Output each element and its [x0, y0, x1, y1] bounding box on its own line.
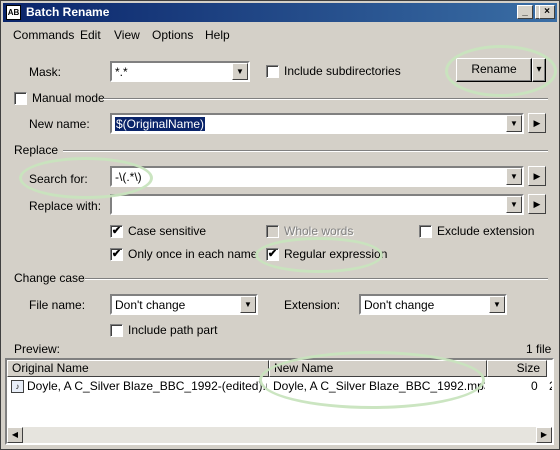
- window-title: Batch Rename: [26, 5, 110, 19]
- file-name-case-value: Don't change: [115, 298, 186, 312]
- new-name-label: New name:: [29, 117, 90, 131]
- only-once-checkbox[interactable]: ✔: [110, 248, 123, 261]
- manual-mode-label: Manual mode: [32, 91, 105, 105]
- search-for-value: -\(.*\): [115, 170, 142, 184]
- exclude-extension-checkbox[interactable]: [419, 225, 432, 238]
- original-name-cell: Doyle, A C_Silver Blaze_BBC_1992-(edited…: [27, 379, 267, 393]
- audio-file-icon: ♪: [11, 380, 24, 393]
- menu-options[interactable]: Options: [152, 28, 193, 42]
- new-name-field[interactable]: $(OriginalName) ▼: [110, 113, 524, 134]
- search-for-insert-button[interactable]: ▶: [528, 166, 546, 186]
- exclude-extension-label: Exclude extension: [437, 224, 535, 238]
- extra-cell: 2: [549, 379, 552, 393]
- new-name-cell: Doyle, A C_Silver Blaze_BBC_1992.mp3: [273, 379, 485, 393]
- app-icon: AB: [6, 5, 21, 20]
- chevron-down-icon[interactable]: ▼: [232, 63, 248, 80]
- mask-value: *.*: [115, 65, 128, 79]
- only-once-label: Only once in each name: [128, 247, 258, 261]
- chevron-down-icon[interactable]: ▼: [240, 296, 256, 313]
- file-name-case-label: File name:: [29, 298, 86, 312]
- minimize-button[interactable]: _: [517, 5, 533, 19]
- extension-case-select[interactable]: Don't change ▼: [359, 294, 507, 315]
- chevron-down-icon[interactable]: ▼: [506, 196, 522, 213]
- column-header-new-name[interactable]: New Name: [269, 360, 487, 377]
- preview-list[interactable]: Original Name New Name Size ♪ Doyle, A C…: [5, 358, 554, 445]
- replace-with-label: Replace with:: [29, 199, 102, 213]
- rename-dropdown-button[interactable]: ▾: [532, 58, 546, 82]
- regular-expression-label: Regular expression: [284, 247, 388, 261]
- divider: [103, 98, 548, 100]
- search-for-field[interactable]: -\(.*\) ▼: [110, 166, 524, 187]
- mask-combo[interactable]: *.* ▼: [110, 61, 250, 82]
- whole-words-label: Whole words: [284, 224, 354, 238]
- menu-edit[interactable]: Edit: [80, 28, 101, 42]
- file-name-case-select[interactable]: Don't change ▼: [110, 294, 258, 315]
- chevron-down-icon: ▾: [536, 64, 542, 75]
- title-bar[interactable]: AB Batch Rename _ □: [3, 3, 557, 22]
- scroll-right-icon[interactable]: ▶: [536, 427, 552, 443]
- size-cell: 0: [531, 379, 538, 393]
- column-header-size[interactable]: Size: [487, 360, 547, 377]
- change-case-group-label: Change case: [14, 271, 85, 285]
- include-path-part-label: Include path part: [128, 323, 218, 337]
- extension-case-value: Don't change: [364, 298, 435, 312]
- replace-with-insert-button[interactable]: ▶: [528, 194, 546, 214]
- batch-rename-window: AB Batch Rename _ □ × Commands Edit View…: [0, 0, 560, 450]
- menu-view[interactable]: View: [114, 28, 140, 42]
- extension-case-label: Extension:: [284, 298, 341, 312]
- divider: [85, 278, 548, 280]
- menu-commands[interactable]: Commands: [13, 28, 74, 42]
- scroll-left-icon[interactable]: ◀: [7, 427, 23, 443]
- whole-words-checkbox[interactable]: [266, 225, 279, 238]
- horizontal-scrollbar[interactable]: ◀ ▶: [7, 427, 552, 443]
- manual-mode-checkbox[interactable]: [14, 92, 27, 105]
- divider: [63, 150, 548, 152]
- menu-help[interactable]: Help: [205, 28, 230, 42]
- close-button[interactable]: ×: [539, 5, 555, 19]
- chevron-down-icon[interactable]: ▼: [506, 115, 522, 132]
- menu-bar: Commands Edit View Options Help: [3, 24, 557, 44]
- rename-button-label: Rename: [471, 62, 517, 76]
- new-name-value: $(OriginalName): [115, 117, 206, 131]
- replace-with-field[interactable]: ▼: [110, 194, 524, 215]
- include-path-part-checkbox[interactable]: [110, 324, 123, 337]
- case-sensitive-label: Case sensitive: [128, 224, 207, 238]
- preview-label: Preview:: [14, 342, 61, 356]
- chevron-down-icon[interactable]: ▼: [506, 168, 522, 185]
- search-for-label: Search for:: [29, 172, 88, 186]
- chevron-down-icon[interactable]: ▼: [489, 296, 505, 313]
- regular-expression-checkbox[interactable]: ✔: [266, 248, 279, 261]
- mask-label: Mask:: [29, 65, 62, 79]
- preview-file-count: 1 file: [526, 342, 552, 356]
- include-subdirectories-checkbox[interactable]: [266, 65, 279, 78]
- replace-group-label: Replace: [14, 143, 59, 157]
- include-subdirectories-label: Include subdirectories: [284, 64, 401, 78]
- column-header-original-name[interactable]: Original Name: [7, 360, 269, 377]
- new-name-insert-button[interactable]: ▶: [528, 113, 546, 133]
- rename-button[interactable]: Rename: [456, 58, 532, 82]
- case-sensitive-checkbox[interactable]: ✔: [110, 225, 123, 238]
